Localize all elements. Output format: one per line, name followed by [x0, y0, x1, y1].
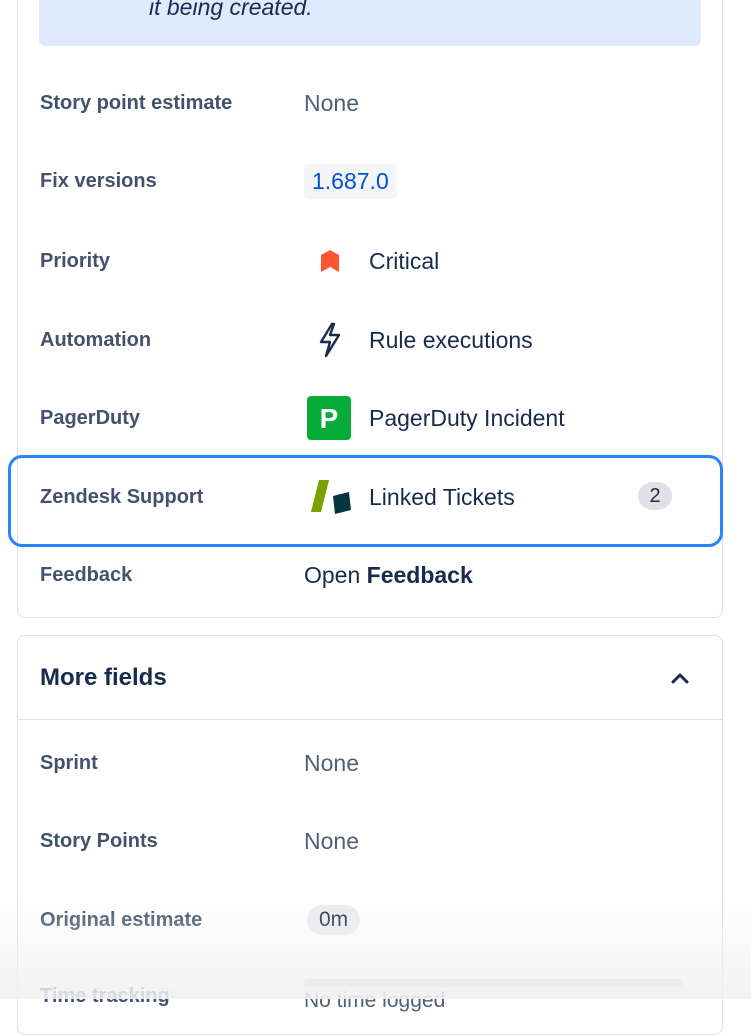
field-label: PagerDuty — [40, 407, 141, 429]
priority-critical-icon — [318, 249, 342, 278]
field-label: Priority — [40, 250, 111, 272]
fix-version-link[interactable]: 1.687.0 — [304, 164, 397, 199]
story-point-estimate-value[interactable]: None — [304, 90, 359, 117]
svg-text:P: P — [320, 403, 339, 434]
field-row-feedback: Feedback Open Feedback — [0, 556, 751, 596]
lightning-bolt-icon — [317, 322, 343, 363]
zendesk-linked-tickets-link[interactable]: Linked Tickets — [369, 484, 515, 511]
field-row-story-points: Story Points None — [0, 822, 751, 862]
field-row-sprint: Sprint None — [0, 744, 751, 784]
field-row-automation: Automation Rule executions — [0, 321, 751, 361]
feedback-prefix: Open — [304, 562, 361, 588]
field-row-pagerduty: PagerDuty P PagerDuty Incident — [0, 396, 751, 440]
more-fields-title: More fields — [40, 664, 167, 691]
field-label: Story Points — [40, 830, 158, 852]
field-label: Automation — [40, 329, 152, 351]
linked-tickets-count-badge: 2 — [638, 482, 672, 510]
original-estimate-value[interactable]: 0m — [307, 905, 361, 935]
story-points-value[interactable]: None — [304, 828, 359, 855]
field-label: Zendesk Support — [40, 486, 204, 508]
priority-value[interactable]: Critical — [369, 248, 439, 275]
sprint-value[interactable]: None — [304, 750, 359, 777]
feedback-bold: Feedback — [366, 562, 473, 588]
info-banner: it being created. — [39, 0, 701, 46]
time-tracking-progress-bar[interactable] — [304, 979, 683, 987]
more-fields-header[interactable]: More fields — [18, 636, 722, 720]
field-label: Story point estimate — [40, 92, 233, 114]
time-tracking-value[interactable]: No time logged — [304, 989, 445, 1013]
zendesk-icon — [307, 478, 353, 521]
field-label: Sprint — [40, 752, 98, 774]
pagerduty-icon: P — [307, 396, 351, 445]
field-row-priority: Priority Critical — [0, 242, 751, 282]
field-row-fix-versions: Fix versions 1.687.0 — [0, 164, 751, 204]
field-row-story-point-estimate: Story point estimate None — [0, 84, 751, 124]
chevron-up-icon[interactable] — [668, 668, 692, 693]
pagerduty-incident-link[interactable]: PagerDuty Incident — [369, 405, 565, 432]
info-banner-text: it being created. — [149, 0, 313, 20]
automation-rule-executions-link[interactable]: Rule executions — [369, 327, 533, 354]
field-label: Feedback — [40, 564, 133, 586]
open-feedback-link[interactable]: Open Feedback — [304, 562, 473, 589]
field-row-original-estimate: Original estimate 0m — [0, 904, 751, 944]
field-label: Fix versions — [40, 170, 157, 192]
field-label: Original estimate — [40, 909, 203, 931]
field-row-zendesk-support[interactable]: Zendesk Support Linked Tickets 2 — [0, 478, 751, 518]
field-label: Time tracking — [40, 985, 170, 1007]
